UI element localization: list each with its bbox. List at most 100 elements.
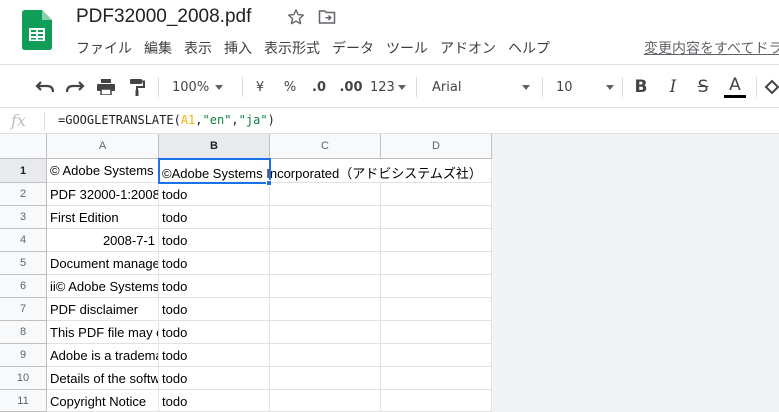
- currency-format-button[interactable]: ¥: [252, 76, 268, 98]
- cell-b2[interactable]: todo: [159, 183, 270, 206]
- cell-c2[interactable]: [270, 183, 381, 206]
- chevron-down-icon: [606, 84, 614, 90]
- menu-format[interactable]: 表示形式: [264, 38, 320, 58]
- cell-a11[interactable]: Copyright Notice: [47, 390, 159, 412]
- cell-a6[interactable]: ii© Adobe Systems: [47, 275, 159, 298]
- cell-c9[interactable]: [270, 344, 381, 367]
- row-header[interactable]: 2: [0, 183, 47, 206]
- cell-b8[interactable]: todo: [159, 321, 270, 344]
- text-color-button[interactable]: A: [722, 76, 748, 98]
- chevron-down-icon: [215, 84, 224, 90]
- cell-b9[interactable]: todo: [159, 344, 270, 367]
- column-header-d[interactable]: D: [381, 134, 492, 159]
- cell-b5[interactable]: todo: [159, 252, 270, 275]
- row-header[interactable]: 5: [0, 252, 47, 275]
- fill-handle[interactable]: [266, 180, 272, 186]
- cell-a2[interactable]: PDF 32000-1:2008: [47, 183, 159, 206]
- cell-a10[interactable]: Details of the software: [47, 367, 159, 390]
- menu-edit[interactable]: 編集: [144, 38, 172, 58]
- cell-b11[interactable]: todo: [159, 390, 270, 412]
- column-header-b[interactable]: B: [159, 134, 270, 159]
- cell-d10[interactable]: [381, 367, 492, 390]
- row-header[interactable]: 4: [0, 229, 47, 252]
- paint-format-icon[interactable]: [126, 76, 148, 98]
- cell-d7[interactable]: [381, 298, 492, 321]
- cell-a8[interactable]: This PDF file may contain: [47, 321, 159, 344]
- formula-divider: [44, 112, 45, 130]
- document-title[interactable]: PDF32000_2008.pdf: [76, 6, 251, 28]
- cell-c10[interactable]: [270, 367, 381, 390]
- cell-a1[interactable]: © Adobe Systems Incorporated: [47, 159, 159, 183]
- row-header[interactable]: 7: [0, 298, 47, 321]
- chevron-down-icon: [397, 84, 406, 90]
- cell-c5[interactable]: [270, 252, 381, 275]
- row-header[interactable]: 10: [0, 367, 47, 390]
- cell-a3[interactable]: First Edition: [47, 206, 159, 229]
- menu-insert[interactable]: 挿入: [224, 38, 252, 58]
- zoom-select[interactable]: 100%: [172, 76, 234, 98]
- formula-input[interactable]: =GOOGLETRANSLATE(A1,"en","ja"): [58, 113, 275, 127]
- cell-d2[interactable]: [381, 183, 492, 206]
- fill-color-icon[interactable]: [764, 76, 779, 98]
- formula-bar: fx =GOOGLETRANSLATE(A1,"en","ja"): [0, 108, 779, 134]
- sheets-logo-icon[interactable]: [22, 10, 52, 50]
- save-status-link[interactable]: 変更内容をすべてドライブに保存しました: [644, 38, 779, 58]
- column-header-c[interactable]: C: [270, 134, 381, 159]
- undo-icon[interactable]: [34, 76, 56, 98]
- text-color-swatch: [724, 94, 746, 98]
- column-header-a[interactable]: A: [47, 134, 159, 159]
- increase-decimal-button[interactable]: .00: [338, 76, 364, 98]
- move-to-folder-icon[interactable]: [318, 9, 336, 25]
- cell-d3[interactable]: [381, 206, 492, 229]
- cell-b1[interactable]: ©Adobe Systems Incorporated（アドビシステムズ社）: [159, 159, 482, 183]
- print-icon[interactable]: [95, 76, 117, 98]
- star-icon[interactable]: [287, 8, 305, 26]
- bold-button[interactable]: B: [632, 76, 650, 98]
- cell-b3[interactable]: todo: [159, 206, 270, 229]
- cell-d8[interactable]: [381, 321, 492, 344]
- cell-d6[interactable]: [381, 275, 492, 298]
- cell-b4[interactable]: todo: [159, 229, 270, 252]
- row-header[interactable]: 11: [0, 390, 47, 412]
- cell-c3[interactable]: [270, 206, 381, 229]
- row-header[interactable]: 8: [0, 321, 47, 344]
- italic-button[interactable]: I: [664, 76, 682, 98]
- cell-b6[interactable]: todo: [159, 275, 270, 298]
- cell-b7[interactable]: todo: [159, 298, 270, 321]
- cell-a9[interactable]: Adobe is a trademark: [47, 344, 159, 367]
- cell-d4[interactable]: [381, 229, 492, 252]
- more-formats-select[interactable]: 123: [370, 76, 408, 98]
- formula-reference: A1: [180, 113, 196, 127]
- menu-addons[interactable]: アドオン: [440, 38, 496, 58]
- row-header[interactable]: 1: [0, 159, 47, 183]
- row-header[interactable]: 3: [0, 206, 47, 229]
- font-family-select[interactable]: Arial: [432, 76, 530, 98]
- menu-view[interactable]: 表示: [184, 38, 212, 58]
- menu-tools[interactable]: ツール: [386, 38, 428, 58]
- menu-data[interactable]: データ: [332, 38, 374, 58]
- row-header[interactable]: 9: [0, 344, 47, 367]
- cell-b10[interactable]: todo: [159, 367, 270, 390]
- cell-d9[interactable]: [381, 344, 492, 367]
- cell-c11[interactable]: [270, 390, 381, 412]
- cell-a5[interactable]: Document management: [47, 252, 159, 275]
- cell-a7[interactable]: PDF disclaimer: [47, 298, 159, 321]
- cell-c6[interactable]: [270, 275, 381, 298]
- cell-c8[interactable]: [270, 321, 381, 344]
- percent-format-button[interactable]: %: [282, 76, 298, 98]
- redo-icon[interactable]: [64, 76, 86, 98]
- row-header[interactable]: 6: [0, 275, 47, 298]
- cell-c4[interactable]: [270, 229, 381, 252]
- decrease-decimal-button[interactable]: .0: [308, 76, 330, 98]
- cell-d5[interactable]: [381, 252, 492, 275]
- menu-file[interactable]: ファイル: [76, 38, 132, 58]
- cell-a4[interactable]: 2008-7-1: [47, 229, 159, 252]
- strikethrough-button[interactable]: S: [694, 76, 712, 98]
- sheets-app: PDF32000_2008.pdf ファイル 編集 表示 挿入 表示形式 データ…: [0, 0, 779, 412]
- chevron-down-icon: [522, 84, 530, 90]
- cell-d11[interactable]: [381, 390, 492, 412]
- font-size-select[interactable]: 10: [556, 76, 614, 98]
- cell-c7[interactable]: [270, 298, 381, 321]
- select-all-corner[interactable]: [0, 134, 47, 159]
- menu-help[interactable]: ヘルプ: [508, 38, 550, 58]
